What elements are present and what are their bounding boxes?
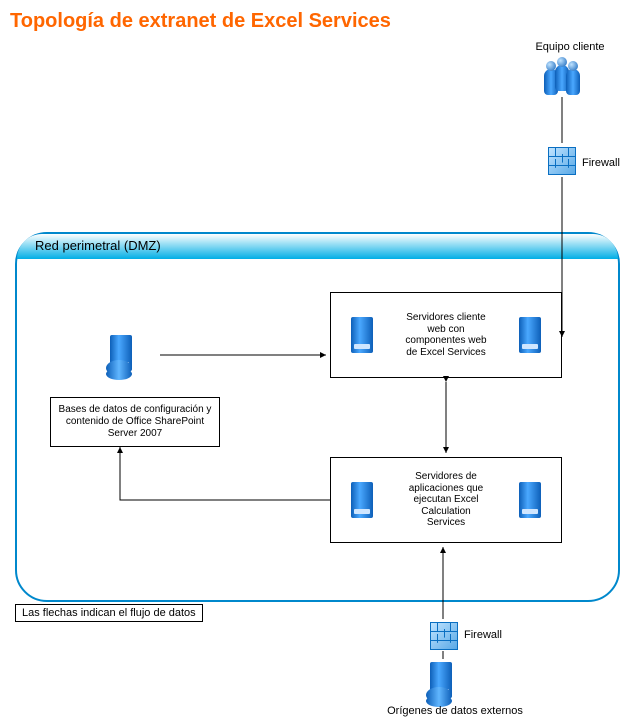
firewall-top-icon	[548, 147, 576, 178]
diagram-title: Topología de extranet de Excel Services	[10, 10, 625, 33]
web-servers-label: Servidores cliente web con componentes w…	[401, 312, 491, 358]
external-data-icon	[430, 662, 452, 710]
app-servers-box: Servidores de aplicaciones que ejecutan …	[330, 457, 562, 543]
firewall-bottom-label: Firewall	[464, 629, 502, 642]
server-icon	[351, 482, 373, 518]
firewall-bottom-icon	[430, 622, 458, 653]
client-computer-label: Equipo cliente	[510, 41, 630, 54]
legend-note-text: Las flechas indican el flujo de datos	[15, 604, 203, 622]
database-label-box: Bases de datos de configuración y conten…	[50, 397, 220, 447]
server-icon	[519, 317, 541, 353]
app-servers-label: Servidores de aplicaciones que ejecutan …	[401, 471, 491, 529]
dmz-title: Red perimetral (DMZ)	[17, 234, 618, 259]
database-icon	[110, 335, 132, 383]
diagram-canvas: Equipo cliente Firewall Red perimetral (…	[10, 37, 625, 717]
server-icon	[519, 482, 541, 518]
web-servers-box: Servidores cliente web con componentes w…	[330, 292, 562, 378]
server-icon	[351, 317, 373, 353]
firewall-top-label: Firewall	[582, 157, 620, 170]
legend-note: Las flechas indican el flujo de datos	[15, 607, 203, 620]
client-people-icon	[542, 61, 582, 98]
external-data-label: Orígenes de datos externos	[380, 705, 530, 718]
